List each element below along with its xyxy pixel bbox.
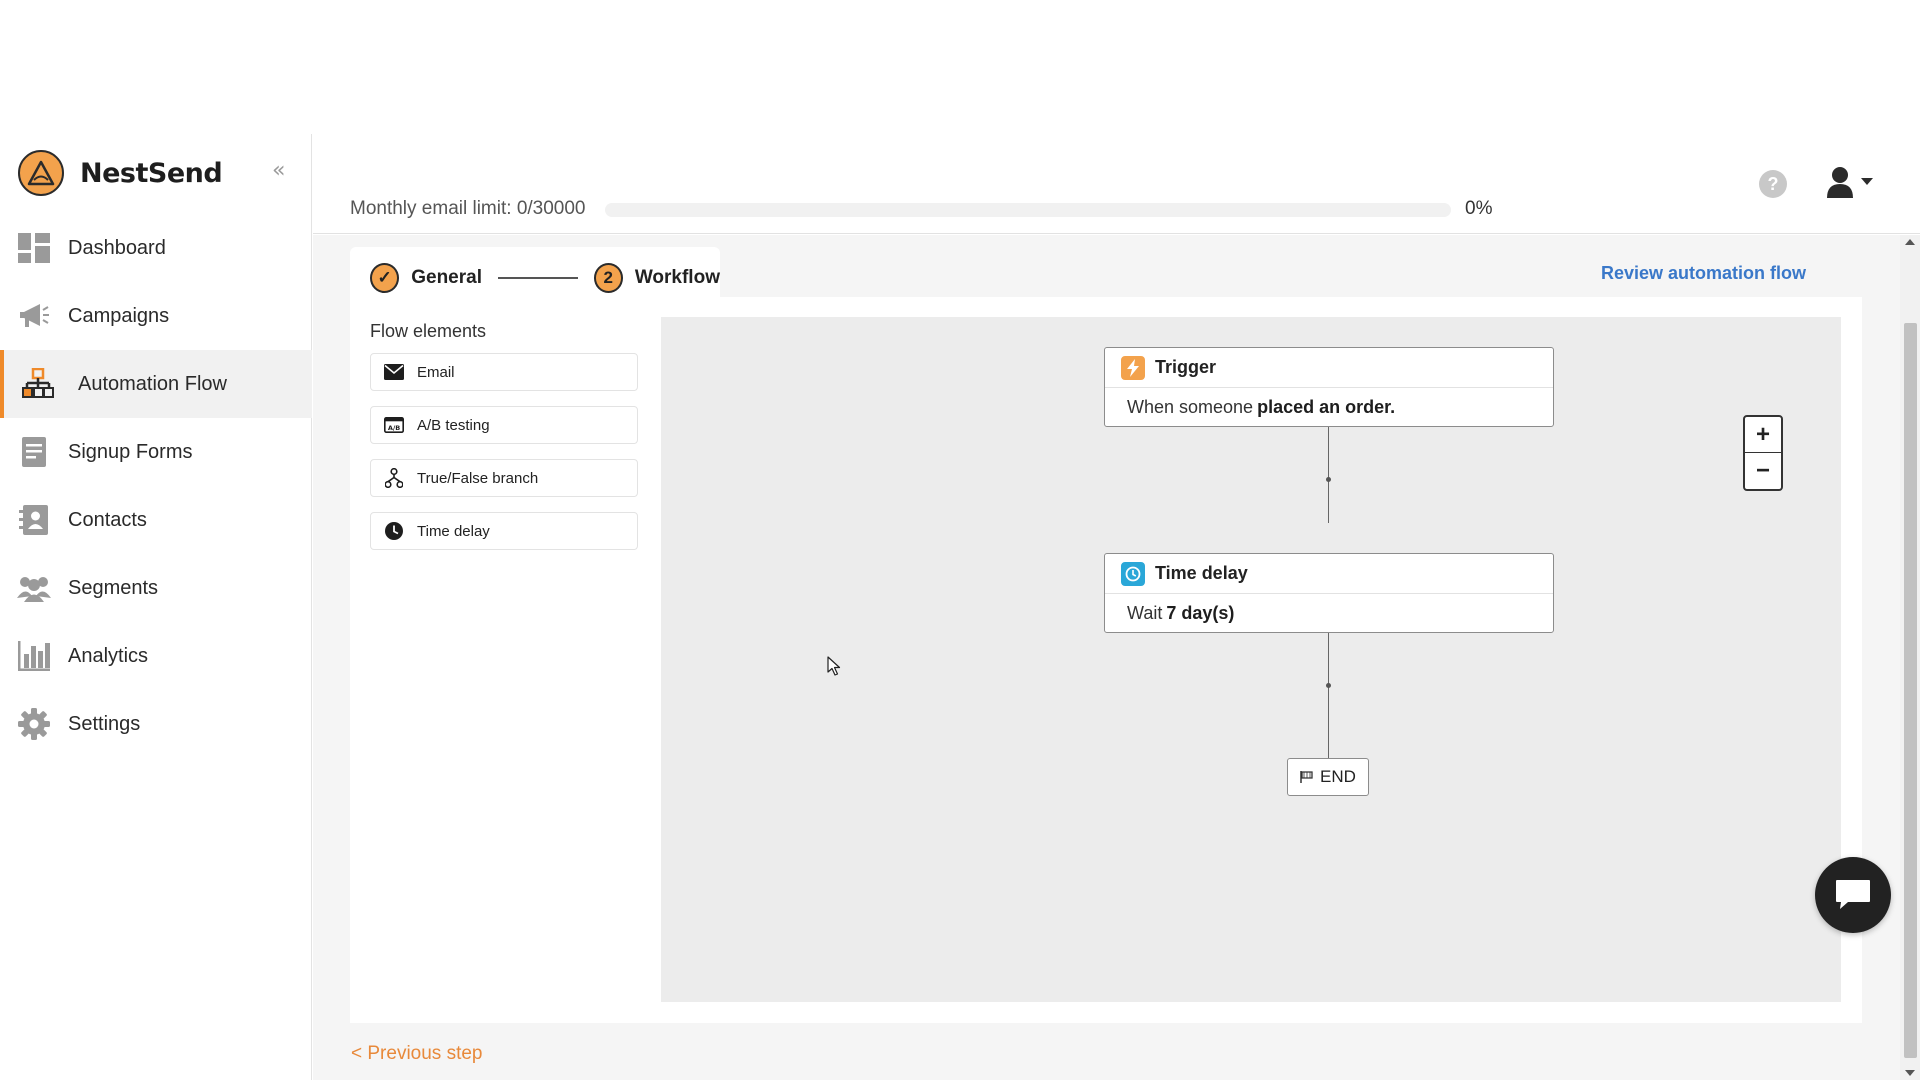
main-content: ✓ General 2 Workflow Review automation f… (313, 235, 1900, 1080)
step-connector (498, 277, 578, 279)
mouse-cursor-icon (827, 656, 841, 681)
connector-line (1328, 427, 1329, 523)
zoom-in-button[interactable]: + (1745, 417, 1781, 453)
sidebar-item-label: Analytics (68, 644, 149, 667)
connector-add-point[interactable] (1326, 477, 1331, 482)
flow-element-email[interactable]: Email (370, 353, 638, 391)
svg-text:A/B: A/B (388, 424, 400, 432)
ab-test-icon: A/B (383, 414, 405, 436)
sitemap-icon (20, 367, 56, 401)
step-workflow-label[interactable]: Workflow (635, 267, 720, 289)
flow-element-label: True/False branch (417, 469, 539, 487)
flow-element-label: A/B testing (417, 416, 490, 434)
flow-element-true-false-branch[interactable]: True/False branch (370, 459, 638, 497)
sidebar-item-settings[interactable]: Settings (0, 690, 312, 758)
step-workflow-number: 2 (593, 263, 623, 293)
dashboard-icon (16, 231, 52, 265)
megaphone-icon (16, 299, 52, 333)
time-delay-node-header: Time delay (1105, 554, 1553, 594)
top-header: Monthly email limit: 0/30000 0% ? (313, 134, 1920, 234)
scroll-up-arrow-icon[interactable] (1905, 239, 1915, 245)
gear-icon (16, 707, 52, 741)
review-automation-flow-link[interactable]: Review automation flow (1601, 263, 1806, 284)
step-general-label[interactable]: General (411, 267, 482, 289)
flow-element-ab-testing[interactable]: A/B A/B testing (370, 406, 638, 444)
end-node-label: END (1320, 767, 1356, 786)
step-general-check-icon: ✓ (370, 263, 400, 293)
chat-widget-button[interactable] (1815, 857, 1891, 933)
sidebar-item-label: Contacts (68, 508, 147, 531)
sidebar-item-label: Settings (68, 712, 141, 735)
time-delay-node-title: Time delay (1155, 563, 1248, 583)
monthly-email-limit-label: Monthly email limit: 0/30000 (350, 198, 586, 219)
user-icon (1827, 167, 1853, 198)
brand-name: NestSend (80, 157, 223, 189)
envelope-icon (383, 361, 405, 383)
workflow-panel: Flow elements Email A/B A/B testing True… (350, 297, 1862, 1023)
time-delay-node[interactable]: Time delay Wait 7 day(s) (1104, 553, 1554, 633)
sidebar-item-dashboard[interactable]: Dashboard (0, 214, 312, 282)
end-node: END (1287, 758, 1369, 796)
sidebar: NestSend « Dashboard Campaigns Automatio… (0, 134, 312, 1080)
lightning-icon (1121, 355, 1145, 380)
sidebar-item-contacts[interactable]: Contacts (0, 486, 312, 554)
nestsend-logo-icon (18, 150, 64, 196)
form-icon (16, 435, 52, 469)
sidebar-nav: Dashboard Campaigns Automation Flow Sign… (0, 214, 312, 758)
trigger-node-header: Trigger (1105, 348, 1553, 388)
chat-bubble-icon (1836, 880, 1870, 909)
top-blank-area (0, 0, 1920, 134)
flow-element-label: Email (417, 363, 455, 381)
clock-icon (383, 520, 405, 542)
clock-icon (1121, 561, 1145, 586)
sidebar-item-label: Automation Flow (78, 372, 227, 395)
connector-line (1328, 633, 1329, 758)
trigger-node-title: Trigger (1155, 357, 1217, 377)
trigger-node[interactable]: Trigger When someone placed an order. (1104, 347, 1554, 427)
flow-element-time-delay[interactable]: Time delay (370, 512, 638, 550)
page-scrollbar[interactable] (1900, 235, 1920, 1080)
trigger-body-text: When someone (1127, 396, 1254, 417)
user-menu[interactable] (1827, 166, 1873, 198)
caret-down-icon (1861, 178, 1873, 185)
delay-body-duration: 7 day(s) (1166, 602, 1235, 623)
contact-card-icon (16, 503, 52, 537)
bar-chart-icon (16, 639, 52, 673)
flow-element-label: Time delay (417, 522, 490, 540)
delay-body-text: Wait (1127, 602, 1163, 623)
sidebar-item-label: Segments (68, 576, 159, 599)
trigger-node-body: When someone placed an order. (1105, 388, 1553, 426)
trigger-body-event: placed an order. (1257, 396, 1396, 417)
zoom-out-button[interactable]: − (1745, 453, 1781, 489)
sidebar-item-signup-forms[interactable]: Signup Forms (0, 418, 312, 486)
flag-icon (1300, 771, 1313, 783)
sidebar-item-campaigns[interactable]: Campaigns (0, 282, 312, 350)
scrollbar-thumb[interactable] (1904, 323, 1917, 1058)
connector-add-point[interactable] (1326, 683, 1331, 688)
collapse-sidebar-button[interactable]: « (272, 158, 285, 183)
zoom-controls: + − (1743, 415, 1783, 491)
email-limit-progress-bar (605, 203, 1451, 217)
branch-icon (383, 467, 405, 489)
scroll-down-arrow-icon[interactable] (1905, 1070, 1915, 1076)
sidebar-item-label: Signup Forms (68, 440, 193, 463)
email-limit-percent: 0% (1465, 198, 1493, 219)
brand[interactable]: NestSend (18, 150, 223, 196)
previous-step-link[interactable]: < Previous step (351, 1043, 483, 1065)
sidebar-item-label: Campaigns (68, 304, 170, 327)
help-icon[interactable]: ? (1759, 170, 1787, 198)
sidebar-item-automation-flow[interactable]: Automation Flow (0, 350, 312, 418)
time-delay-node-body: Wait 7 day(s) (1105, 594, 1553, 632)
sidebar-item-segments[interactable]: Segments (0, 554, 312, 622)
users-icon (16, 571, 52, 605)
sidebar-item-label: Dashboard (68, 236, 166, 259)
sidebar-item-analytics[interactable]: Analytics (0, 622, 312, 690)
flow-elements-title: Flow elements (370, 321, 487, 341)
